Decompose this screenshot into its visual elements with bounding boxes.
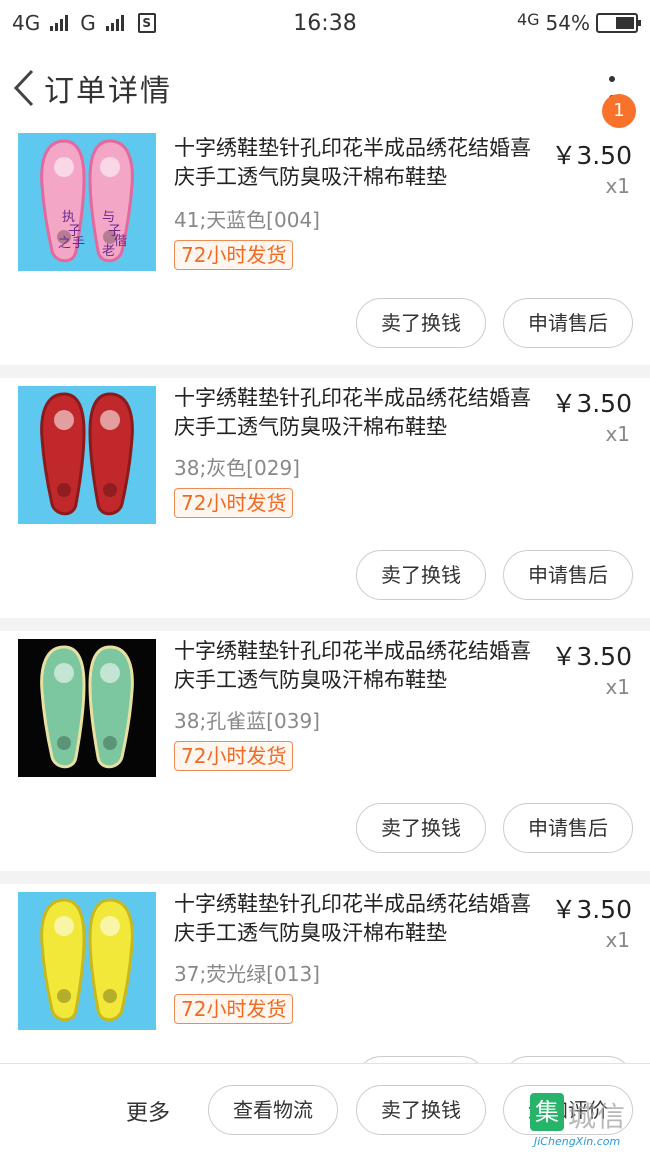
product-image[interactable] <box>18 892 156 1030</box>
status-bar: 4G G S 16:38 4G 54% <box>0 0 650 46</box>
battery-percent: 54% <box>545 11 590 35</box>
shipping-badge: 72小时发货 <box>174 994 294 1024</box>
status-left: 4G G S <box>12 11 156 35</box>
after-sales-button[interactable]: 申请售后 <box>503 298 633 348</box>
sell-for-cash-button[interactable]: 卖了换钱 <box>356 298 486 348</box>
notification-badge: 1 <box>602 94 636 128</box>
product-image[interactable] <box>18 386 156 524</box>
sim-icon: S <box>137 13 156 33</box>
status-right: 4G 54% <box>516 9 641 35</box>
product-image[interactable] <box>18 639 156 777</box>
shipping-badge: 72小时发货 <box>174 240 294 270</box>
battery-fill <box>615 17 634 29</box>
insole-text: 执 <box>62 210 75 225</box>
order-item[interactable]: 十字绣鞋垫针孔印花半成品绣花结婚喜庆手工透气防臭吸汗棉布鞋垫 ￥3.50 x1 … <box>0 378 650 618</box>
signal-icon <box>50 15 69 31</box>
product-quantity: x1 <box>605 174 630 198</box>
product-quantity: x1 <box>605 675 630 699</box>
signal-icon-2 <box>105 15 124 31</box>
product-price: ￥3.50 <box>551 642 632 671</box>
bottom-action-bar: 更多 查看物流 卖了换钱 追加评价 集 城信 JiChengXin.com <box>0 1063 650 1155</box>
sell-for-cash-button[interactable]: 卖了换钱 <box>356 1056 486 1063</box>
nav-bar: 订单详情 1 <box>0 46 650 130</box>
after-sales-button[interactable]: 申请售后 <box>503 1056 633 1063</box>
order-item[interactable]: 十字绣鞋垫针孔印花半成品绣花结婚喜庆手工透气防臭吸汗棉布鞋垫 ￥3.50 x1 … <box>0 631 650 871</box>
product-spec: 38;孔雀蓝[039] <box>174 709 320 733</box>
status-time: 16:38 <box>293 10 357 36</box>
site-watermark: 集 城信 JiChengXin.com <box>530 1091 648 1153</box>
more-button[interactable]: 更多 <box>126 1095 170 1127</box>
product-title[interactable]: 十字绣鞋垫针孔印花半成品绣花结婚喜庆手工透气防臭吸汗棉布鞋垫 <box>174 134 546 192</box>
watermark-name: 城信 <box>568 1100 627 1133</box>
order-item[interactable]: 执 子 之 手 与 子 偕 老 十字绣鞋垫针孔印花半成品绣花结婚喜庆手工透气防臭… <box>0 130 650 365</box>
product-spec: 37;荧光绿[013] <box>174 962 320 986</box>
sell-for-cash-button[interactable]: 卖了换钱 <box>356 1085 486 1135</box>
product-image[interactable]: 执 子 之 手 与 子 偕 老 <box>18 133 156 271</box>
insole-text: 与 <box>102 210 115 225</box>
view-logistics-button[interactable]: 查看物流 <box>208 1085 338 1135</box>
page-title: 订单详情 <box>44 74 172 109</box>
product-quantity: x1 <box>605 422 630 446</box>
product-spec: 41;天蓝色[004] <box>174 208 320 232</box>
insole-text: 之 <box>58 236 71 251</box>
sell-for-cash-button[interactable]: 卖了换钱 <box>356 550 486 600</box>
network-label-right: 4G <box>516 9 540 29</box>
insole-text: 手 <box>72 236 85 251</box>
order-item[interactable]: 十字绣鞋垫针孔印花半成品绣花结婚喜庆手工透气防臭吸汗棉布鞋垫 ￥3.50 x1 … <box>0 884 650 1063</box>
product-quantity: x1 <box>605 928 630 952</box>
shipping-badge: 72小时发货 <box>174 488 294 518</box>
product-price: ￥3.50 <box>551 389 632 418</box>
watermark-logo: 集 <box>530 1093 564 1131</box>
after-sales-button[interactable]: 申请售后 <box>503 550 633 600</box>
watermark-url: JiChengXin.com <box>534 1135 621 1148</box>
insole-text: 偕 <box>114 233 127 249</box>
product-spec: 38;灰色[029] <box>174 456 300 480</box>
product-price: ￥3.50 <box>551 895 632 924</box>
product-title[interactable]: 十字绣鞋垫针孔印花半成品绣花结婚喜庆手工透气防臭吸汗棉布鞋垫 <box>174 384 546 442</box>
sell-for-cash-button[interactable]: 卖了换钱 <box>356 803 486 853</box>
network-label-1: 4G <box>12 11 41 35</box>
shipping-badge: 72小时发货 <box>174 741 294 771</box>
product-price: ￥3.50 <box>551 141 632 170</box>
battery-icon <box>596 13 641 33</box>
after-sales-button[interactable]: 申请售后 <box>503 803 633 853</box>
product-title[interactable]: 十字绣鞋垫针孔印花半成品绣花结婚喜庆手工透气防臭吸汗棉布鞋垫 <box>174 890 546 948</box>
order-item-list: 执 子 之 手 与 子 偕 老 十字绣鞋垫针孔印花半成品绣花结婚喜庆手工透气防臭… <box>0 130 650 1063</box>
insole-text: 老 <box>102 244 115 259</box>
network-label-2: G <box>80 11 96 35</box>
back-icon[interactable] <box>4 46 44 130</box>
product-title[interactable]: 十字绣鞋垫针孔印花半成品绣花结婚喜庆手工透气防臭吸汗棉布鞋垫 <box>174 637 546 695</box>
